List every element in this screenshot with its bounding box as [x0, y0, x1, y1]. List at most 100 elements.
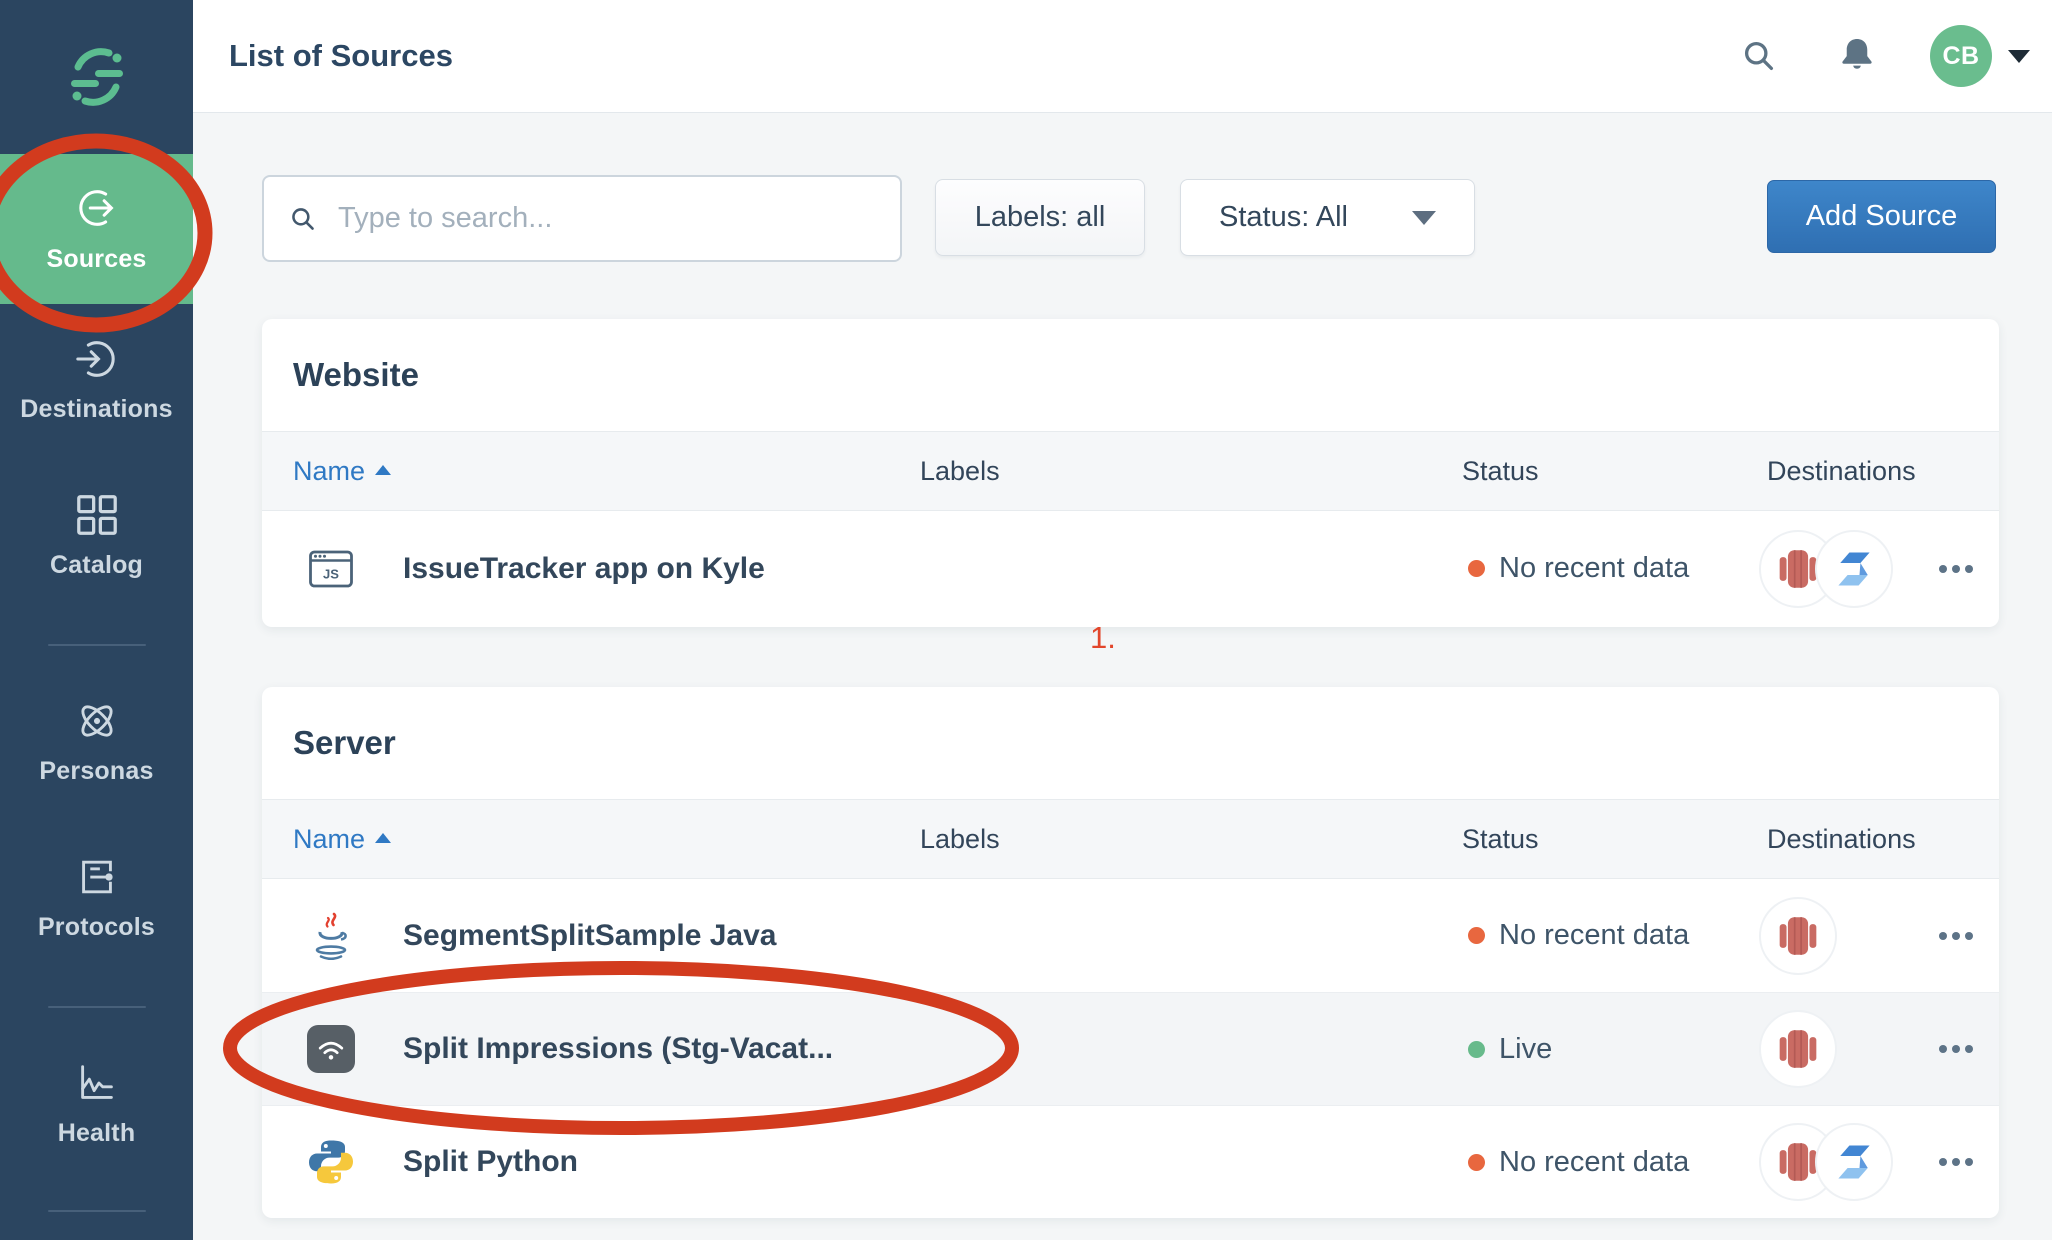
sidebar-item-protocols[interactable]: Protocols	[0, 854, 193, 942]
row-overflow-menu[interactable]	[1939, 555, 1973, 583]
destinations-cell	[1767, 530, 1999, 608]
status-text: No recent data	[1499, 1146, 1689, 1179]
column-header-labels: Labels	[920, 456, 1462, 487]
source-name-cell[interactable]: JS IssueTracker app on Kyle	[293, 545, 920, 593]
add-source-button[interactable]: Add Source	[1767, 180, 1996, 253]
card-title: Website	[293, 356, 419, 394]
bell-icon	[1835, 34, 1879, 78]
catalog-grid-icon	[74, 492, 120, 538]
destinations-cell	[1767, 897, 1999, 975]
search-icon	[286, 202, 320, 236]
sidebar-item-destinations[interactable]: Destinations	[0, 336, 193, 424]
sidebar-divider	[48, 1210, 146, 1212]
sidebar-divider	[48, 1006, 146, 1008]
sidebar: Sources Destinations Catalog Personas	[0, 0, 193, 1240]
split-icon	[1832, 547, 1876, 591]
source-name: Split Impressions (Stg-Vacat...	[403, 1032, 833, 1066]
javascript-website-source-icon: JS	[307, 545, 355, 593]
table-row[interactable]: Split Impressions (Stg-Vacat... Live	[262, 992, 1999, 1105]
http-api-source-icon	[307, 1025, 355, 1073]
sort-ascending-icon	[375, 833, 391, 843]
status-cell: Live	[1462, 1033, 1767, 1066]
search-input[interactable]	[338, 202, 880, 235]
sidebar-item-label: Protocols	[38, 913, 155, 942]
destinations-icon	[74, 336, 120, 382]
column-header-labels: Labels	[920, 824, 1462, 855]
source-name-cell[interactable]: SegmentSplitSample Java	[293, 912, 920, 960]
destination-split[interactable]	[1815, 530, 1893, 608]
source-name-cell[interactable]: Split Impressions (Stg-Vacat...	[293, 1025, 920, 1073]
status-cell: No recent data	[1462, 919, 1767, 952]
page-title: List of Sources	[229, 38, 453, 74]
status-dot	[1468, 927, 1485, 944]
sidebar-item-sources[interactable]: Sources	[0, 154, 193, 304]
wifi-icon	[311, 1029, 351, 1069]
column-header-status: Status	[1462, 456, 1767, 487]
status-text: No recent data	[1499, 552, 1689, 585]
destinations-cell	[1767, 1010, 1999, 1088]
card-title-row: Server	[262, 687, 1999, 799]
status-text: No recent data	[1499, 919, 1689, 952]
table-header: Name Labels Status Destinations	[262, 431, 1999, 511]
amazon-redshift-icon	[1776, 914, 1820, 958]
sidebar-item-catalog[interactable]: Catalog	[0, 492, 193, 580]
global-search-button[interactable]	[1736, 33, 1782, 79]
table-row[interactable]: SegmentSplitSample Java No recent data	[262, 879, 1999, 992]
sidebar-item-label: Sources	[46, 245, 146, 274]
split-icon	[1832, 1140, 1876, 1184]
row-overflow-menu[interactable]	[1939, 922, 1973, 950]
notifications-button[interactable]	[1834, 33, 1880, 79]
sidebar-item-label: Personas	[39, 757, 153, 786]
table-header: Name Labels Status Destinations	[262, 799, 1999, 879]
card-title-row: Website	[262, 319, 1999, 431]
svg-text:JS: JS	[323, 566, 339, 581]
amazon-redshift-icon	[1776, 1140, 1820, 1184]
python-source-icon	[307, 1138, 355, 1186]
column-header-name[interactable]: Name	[293, 824, 920, 855]
table-row[interactable]: Split Python No recent data	[262, 1105, 1999, 1218]
personas-atom-icon	[74, 698, 120, 744]
card-title: Server	[293, 724, 396, 762]
column-header-name[interactable]: Name	[293, 456, 920, 487]
status-filter-dropdown[interactable]: Status: All	[1180, 179, 1475, 256]
sources-icon	[74, 185, 120, 231]
protocols-document-icon	[74, 854, 120, 900]
destination-amazon-redshift[interactable]	[1759, 897, 1837, 975]
top-bar: List of Sources CB	[193, 0, 2052, 113]
sidebar-item-personas[interactable]: Personas	[0, 698, 193, 786]
row-overflow-menu[interactable]	[1939, 1035, 1973, 1063]
search-icon	[1737, 34, 1781, 78]
source-search-box	[262, 175, 902, 262]
column-header-status: Status	[1462, 824, 1767, 855]
labels-filter-button[interactable]: Labels: all	[935, 179, 1145, 256]
status-dot	[1468, 1041, 1485, 1058]
avatar[interactable]: CB	[1930, 25, 1992, 87]
amazon-redshift-icon	[1776, 1027, 1820, 1071]
status-cell: No recent data	[1462, 552, 1767, 585]
segment-logo[interactable]	[64, 44, 130, 115]
health-chart-icon	[74, 1060, 120, 1106]
status-filter-value: Status: All	[1219, 201, 1348, 234]
server-sources-card: Server Name Labels Status Destinations S…	[262, 687, 1999, 1218]
column-header-destinations: Destinations	[1767, 456, 1999, 487]
sidebar-item-label: Health	[58, 1119, 136, 1148]
chevron-down-icon	[1412, 211, 1436, 225]
row-overflow-menu[interactable]	[1939, 1148, 1973, 1176]
user-menu-caret-icon[interactable]	[2008, 50, 2030, 63]
sidebar-item-health[interactable]: Health	[0, 1060, 193, 1148]
website-sources-card: Website Name Labels Status Destinations …	[262, 319, 1999, 627]
status-cell: No recent data	[1462, 1146, 1767, 1179]
destination-split[interactable]	[1815, 1123, 1893, 1201]
top-bar-actions: CB	[1736, 25, 2030, 87]
column-header-destinations: Destinations	[1767, 824, 1999, 855]
status-text: Live	[1499, 1033, 1552, 1066]
source-name: SegmentSplitSample Java	[403, 919, 776, 953]
status-dot	[1468, 560, 1485, 577]
sidebar-item-label: Destinations	[20, 395, 172, 424]
destination-amazon-redshift[interactable]	[1759, 1010, 1837, 1088]
segment-logo-icon	[64, 44, 130, 110]
source-name-cell[interactable]: Split Python	[293, 1138, 920, 1186]
table-row[interactable]: JS IssueTracker app on Kyle No recent da…	[262, 511, 1999, 626]
status-dot	[1468, 1154, 1485, 1171]
annotation-step-1: 1.	[1090, 620, 1116, 656]
